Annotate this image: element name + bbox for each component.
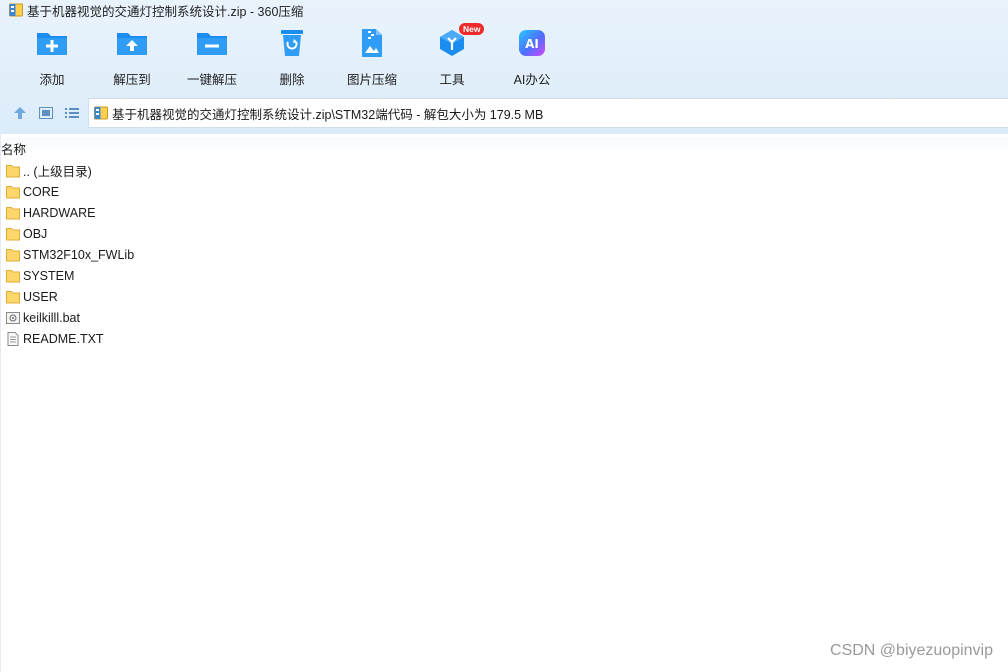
one-click-extract-label: 一键解压 (186, 73, 237, 87)
folder-icon (6, 290, 20, 304)
window-title: 基于机器视觉的交通灯控制系统设计.zip - 360压缩 (27, 4, 304, 19)
list-item-keilkilll-bat[interactable]: keilkilll.bat (0, 307, 400, 328)
file-name: HARDWARE (23, 205, 96, 220)
tools-label: 工具 (439, 73, 465, 87)
extract-to-label: 解压到 (113, 73, 151, 87)
file-name: SYSTEM (23, 268, 75, 283)
image-compress-label: 图片压缩 (346, 73, 397, 87)
list-item-user[interactable]: USER (0, 286, 400, 307)
zip-archive-icon (9, 3, 23, 17)
one-click-extract-button[interactable]: 一键解压 (172, 26, 252, 90)
new-badge: New (459, 23, 485, 35)
folder-icon (6, 227, 20, 241)
folder-icon (6, 248, 20, 262)
image-compress-icon (355, 26, 389, 60)
address-bar[interactable]: 基于机器视觉的交通灯控制系统设计.zip\STM32端代码 - 解包大小为 17… (88, 98, 1008, 128)
list-item-core[interactable]: CORE (0, 181, 400, 202)
delete-label: 删除 (279, 73, 305, 87)
svg-text:AI: AI (525, 37, 539, 51)
file-name: keilkilll.bat (23, 310, 80, 325)
file-name: STM32F10x_FWLib (23, 247, 135, 262)
up-button[interactable] (12, 105, 28, 121)
folder-icon (6, 206, 20, 220)
ai-office-label: AI办公 (513, 73, 551, 87)
file-name: README.TXT (23, 331, 104, 346)
add-label: 添加 (39, 73, 65, 87)
toolbar: 添加 解压到 一键解压 删除 图片压缩 New 工具 AI AI办公 (0, 23, 1008, 90)
zip-archive-icon (94, 106, 108, 120)
file-name: .. (上级目录) (23, 165, 92, 179)
delete-button[interactable]: 删除 (252, 26, 332, 90)
list-view-button[interactable] (64, 105, 80, 121)
add-button[interactable]: 添加 (12, 26, 92, 90)
list-view-icon (65, 108, 79, 118)
column-name-header[interactable]: 名称 (1, 139, 26, 158)
extract-to-icon (115, 26, 149, 60)
file-name: OBJ (23, 226, 48, 241)
batch-file-icon (6, 311, 20, 325)
list-item-parent-directory[interactable]: .. (上级目录) (0, 160, 400, 181)
title-bar: 基于机器视觉的交通灯控制系统设计.zip - 360压缩 (0, 0, 1008, 20)
one-click-extract-icon (195, 26, 229, 60)
column-header: 名称 (0, 138, 1008, 158)
text-file-icon (6, 331, 20, 346)
arrow-up-icon (14, 107, 26, 119)
file-name: USER (23, 289, 58, 304)
add-icon (35, 26, 69, 60)
list-item-obj[interactable]: OBJ (0, 223, 400, 244)
ai-office-button[interactable]: AI AI办公 (492, 26, 572, 90)
folder-icon (6, 164, 20, 178)
thumbnail-view-icon (39, 107, 53, 119)
file-list: .. (上级目录) CORE HARDWARE OBJ STM32F10x_FW… (0, 160, 400, 349)
delete-icon (275, 26, 309, 60)
ai-office-icon: AI (515, 26, 549, 60)
thumbnail-view-button[interactable] (38, 105, 54, 121)
address-row: 基于机器视觉的交通灯控制系统设计.zip\STM32端代码 - 解包大小为 17… (0, 98, 1008, 128)
list-item-stm32f10x-fwlib[interactable]: STM32F10x_FWLib (0, 244, 400, 265)
watermark-text: CSDN @biyezuopinvip (830, 642, 993, 659)
folder-icon (6, 269, 20, 283)
list-item-readme-txt[interactable]: README.TXT (0, 328, 400, 349)
extract-to-button[interactable]: 解压到 (92, 26, 172, 90)
image-compress-button[interactable]: 图片压缩 (332, 26, 412, 90)
file-name: CORE (23, 184, 60, 199)
list-item-system[interactable]: SYSTEM (0, 265, 400, 286)
folder-icon (6, 185, 20, 199)
tools-button[interactable]: New 工具 (412, 23, 492, 90)
tools-icon: New (435, 23, 485, 60)
list-item-hardware[interactable]: HARDWARE (0, 202, 400, 223)
address-path: 基于机器视觉的交通灯控制系统设计.zip\STM32端代码 - 解包大小为 17… (112, 107, 544, 122)
